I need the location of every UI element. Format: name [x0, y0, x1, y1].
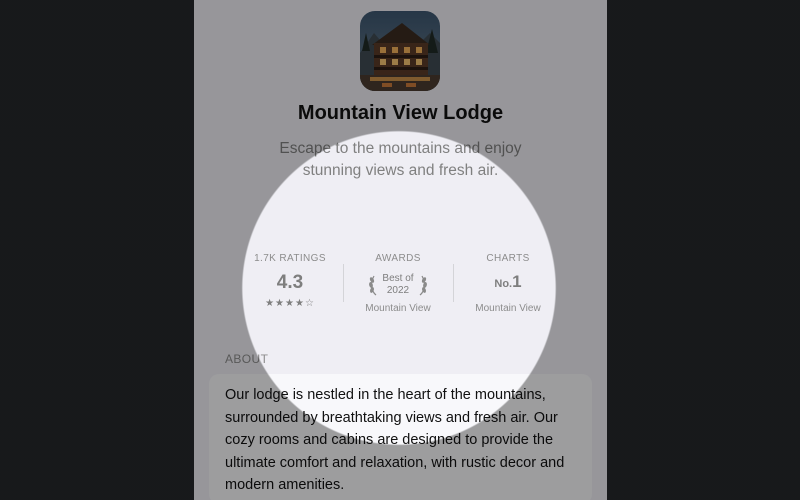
app-title: Mountain View Lodge [297, 102, 504, 124]
laurel-left-icon [369, 275, 377, 296]
award-line-1: Best of [382, 273, 414, 284]
lodge-photo-icon [360, 11, 440, 91]
charts-caption: Mountain View [475, 303, 541, 314]
charts-heading: CHARTS [486, 253, 530, 264]
laurel-right-icon [419, 275, 427, 296]
rating-value: 4.3 [276, 272, 304, 293]
chart-rank: No. 1 [453, 272, 563, 298]
stats-row: 1.7K RATINGS 4.3 ★★★★☆ AWARDS Best of 20… [194, 252, 607, 322]
rank-number: 1 [512, 272, 522, 291]
about-text: Our lodge is nestled in the heart of the… [225, 387, 565, 493]
ratings-stat[interactable]: 1.7K RATINGS 4.3 ★★★★☆ [235, 252, 345, 310]
awards-stat[interactable]: AWARDS Best of 2022 Mountain View [343, 252, 453, 316]
ratings-heading: 1.7K RATINGS [254, 253, 326, 264]
rank-prefix: No. [494, 278, 513, 290]
star-rating-icon: ★★★★☆ [265, 298, 315, 309]
about-heading: ABOUT [225, 352, 269, 366]
award-badge: Best of 2022 [343, 272, 453, 298]
award-line-2: 2022 [386, 285, 410, 296]
awards-heading: AWARDS [375, 253, 421, 264]
app-detail-page: Mountain View Lodge Escape to the mounta… [194, 0, 607, 500]
charts-stat[interactable]: CHARTS No. 1 Mountain View [453, 252, 563, 316]
about-card: Our lodge is nestled in the heart of the… [209, 374, 592, 500]
app-subtitle: Escape to the mountains and enjoy stunni… [279, 140, 522, 179]
awards-caption: Mountain View [365, 303, 431, 314]
award-text: Best of 2022 [382, 273, 413, 297]
